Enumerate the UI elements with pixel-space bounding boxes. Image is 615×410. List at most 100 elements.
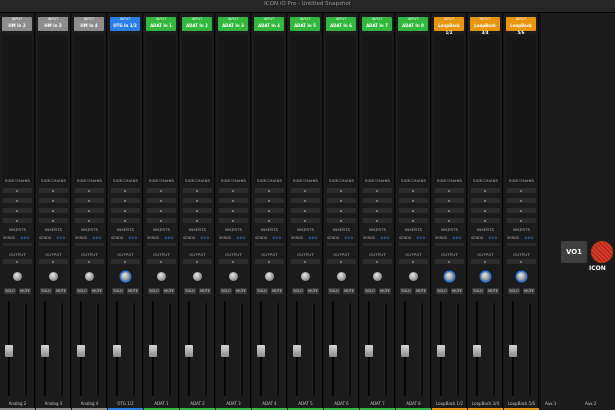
insert-slot[interactable] bbox=[399, 188, 428, 193]
insert-slot[interactable] bbox=[147, 198, 176, 203]
send-fader[interactable] bbox=[471, 243, 500, 246]
insert-slot[interactable] bbox=[183, 198, 212, 203]
insert-slot[interactable] bbox=[183, 208, 212, 213]
sends-row[interactable]: SENDS ### bbox=[219, 236, 249, 240]
insert-slot[interactable] bbox=[363, 208, 392, 213]
insert-slot[interactable] bbox=[471, 218, 500, 223]
fader-cap[interactable] bbox=[401, 345, 409, 357]
insert-slot[interactable] bbox=[327, 198, 356, 203]
sends-row[interactable]: SENDS ### bbox=[75, 236, 105, 240]
solo-button[interactable]: SOLO bbox=[472, 288, 484, 294]
solo-button[interactable]: SOLO bbox=[184, 288, 196, 294]
insert-slot[interactable] bbox=[435, 198, 464, 203]
channel-header[interactable]: INPUT LoopBack 5/6 bbox=[506, 17, 536, 35]
mute-button[interactable]: MUTE bbox=[235, 288, 247, 294]
mute-button[interactable]: MUTE bbox=[127, 288, 139, 294]
mute-button[interactable]: MUTE bbox=[307, 288, 319, 294]
output-select[interactable] bbox=[399, 259, 428, 264]
insert-slot[interactable] bbox=[147, 188, 176, 193]
send-fader[interactable] bbox=[111, 243, 140, 246]
solo-button[interactable]: SOLO bbox=[292, 288, 304, 294]
solo-button[interactable]: SOLO bbox=[40, 288, 52, 294]
sends-row[interactable]: SENDS ### bbox=[327, 236, 357, 240]
channel-header[interactable]: INPUT HM In 2 bbox=[2, 17, 32, 31]
solo-button[interactable]: SOLO bbox=[220, 288, 232, 294]
sends-row[interactable]: SENDS ### bbox=[471, 236, 501, 240]
channel-header[interactable]: INPUT LoopBack 3/4 bbox=[470, 17, 500, 35]
channel-header[interactable]: INPUT ADAT In 7 bbox=[362, 17, 392, 31]
channel-header[interactable]: INPUT ADAT In 4 bbox=[254, 17, 284, 31]
insert-slot[interactable] bbox=[111, 218, 140, 223]
send-fader[interactable] bbox=[75, 243, 104, 246]
channel-header[interactable]: INPUT OTG In 1/2 bbox=[110, 17, 140, 31]
solo-button[interactable]: SOLO bbox=[328, 288, 340, 294]
pan-knob[interactable] bbox=[85, 272, 94, 281]
sends-row[interactable]: SENDS ### bbox=[291, 236, 321, 240]
insert-slot[interactable] bbox=[75, 188, 104, 193]
solo-button[interactable]: SOLO bbox=[148, 288, 160, 294]
insert-slot[interactable] bbox=[291, 198, 320, 203]
mute-button[interactable]: MUTE bbox=[271, 288, 283, 294]
insert-slot[interactable] bbox=[507, 208, 536, 213]
solo-button[interactable]: SOLO bbox=[364, 288, 376, 294]
mute-button[interactable]: MUTE bbox=[199, 288, 211, 294]
mute-button[interactable]: MUTE bbox=[487, 288, 499, 294]
channel-header[interactable]: INPUT ADAT In 6 bbox=[326, 17, 356, 31]
insert-slot[interactable] bbox=[183, 188, 212, 193]
insert-slot[interactable] bbox=[255, 198, 284, 203]
send-fader[interactable] bbox=[3, 243, 32, 246]
insert-slot[interactable] bbox=[471, 198, 500, 203]
insert-slot[interactable] bbox=[147, 208, 176, 213]
output-select[interactable] bbox=[219, 259, 248, 264]
solo-button[interactable]: SOLO bbox=[436, 288, 448, 294]
send-fader[interactable] bbox=[363, 243, 392, 246]
insert-slot[interactable] bbox=[471, 188, 500, 193]
sends-row[interactable]: SENDS ### bbox=[183, 236, 213, 240]
sends-row[interactable]: SENDS ### bbox=[507, 236, 537, 240]
insert-slot[interactable] bbox=[39, 218, 68, 223]
channel-header[interactable]: INPUT HM In 3 bbox=[38, 17, 68, 31]
insert-slot[interactable] bbox=[363, 188, 392, 193]
send-fader[interactable] bbox=[435, 243, 464, 246]
fader-cap[interactable] bbox=[41, 345, 49, 357]
sends-row[interactable]: SENDS ### bbox=[111, 236, 141, 240]
insert-slot[interactable] bbox=[39, 208, 68, 213]
pan-knob[interactable] bbox=[481, 272, 490, 281]
mute-button[interactable]: MUTE bbox=[163, 288, 175, 294]
insert-slot[interactable] bbox=[471, 208, 500, 213]
sends-row[interactable]: SENDS ### bbox=[255, 236, 285, 240]
fader-cap[interactable] bbox=[113, 345, 121, 357]
output-select[interactable] bbox=[183, 259, 212, 264]
insert-slot[interactable] bbox=[399, 218, 428, 223]
insert-slot[interactable] bbox=[75, 198, 104, 203]
insert-slot[interactable] bbox=[399, 208, 428, 213]
pan-knob[interactable] bbox=[301, 272, 310, 281]
insert-slot[interactable] bbox=[327, 208, 356, 213]
mute-button[interactable]: MUTE bbox=[523, 288, 535, 294]
sends-row[interactable]: SENDS ### bbox=[363, 236, 393, 240]
insert-slot[interactable] bbox=[507, 218, 536, 223]
insert-slot[interactable] bbox=[363, 218, 392, 223]
pan-knob[interactable] bbox=[229, 272, 238, 281]
insert-slot[interactable] bbox=[435, 208, 464, 213]
channel-header[interactable]: INPUT ADAT In 2 bbox=[182, 17, 212, 31]
pan-knob[interactable] bbox=[157, 272, 166, 281]
mute-button[interactable]: MUTE bbox=[343, 288, 355, 294]
insert-slot[interactable] bbox=[291, 188, 320, 193]
output-select[interactable] bbox=[507, 259, 536, 264]
send-fader[interactable] bbox=[39, 243, 68, 246]
output-select[interactable] bbox=[471, 259, 500, 264]
insert-slot[interactable] bbox=[327, 218, 356, 223]
insert-slot[interactable] bbox=[435, 188, 464, 193]
fader-cap[interactable] bbox=[509, 345, 517, 357]
send-fader[interactable] bbox=[399, 243, 428, 246]
fader-cap[interactable] bbox=[293, 345, 301, 357]
insert-slot[interactable] bbox=[255, 208, 284, 213]
mute-button[interactable]: MUTE bbox=[55, 288, 67, 294]
insert-slot[interactable] bbox=[3, 218, 32, 223]
insert-slot[interactable] bbox=[327, 188, 356, 193]
pan-knob[interactable] bbox=[337, 272, 346, 281]
mute-button[interactable]: MUTE bbox=[451, 288, 463, 294]
fader-cap[interactable] bbox=[365, 345, 373, 357]
insert-slot[interactable] bbox=[507, 198, 536, 203]
